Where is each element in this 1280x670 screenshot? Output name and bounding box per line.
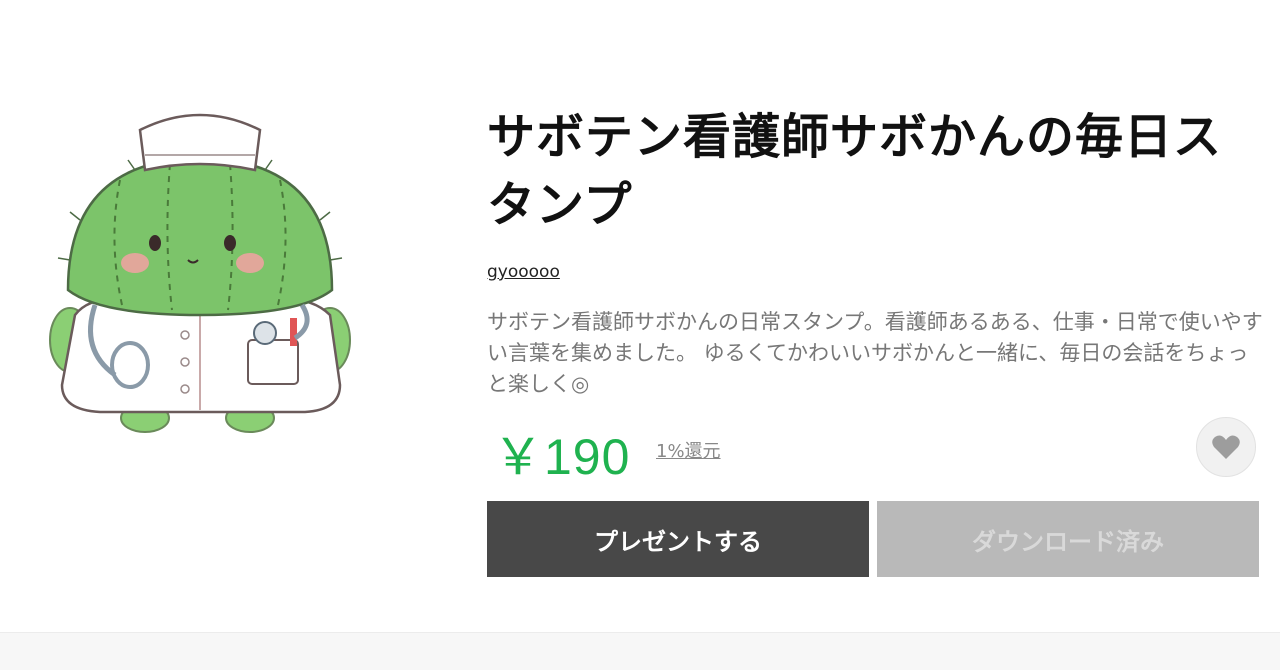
product-description: サボテン看護師サボかんの日常スタンプ。看護師あるある、仕事・日常で使いやすい言葉… bbox=[487, 310, 1263, 396]
heart-icon bbox=[1212, 435, 1240, 459]
download-button[interactable]: ダウンロード済み bbox=[877, 501, 1259, 577]
author-link[interactable]: gyooooo bbox=[487, 262, 560, 282]
sticker-detail-page: サボテン看護師サボかんの毎日スタンプ gyooooo サボテン看護師サボかんの日… bbox=[0, 0, 1280, 670]
reward-link[interactable]: 1%還元 bbox=[656, 437, 721, 463]
cactus-nurse-sticker bbox=[49, 113, 351, 433]
present-button[interactable]: プレゼントする bbox=[487, 501, 869, 577]
price: ￥190 bbox=[493, 429, 631, 485]
footer-divider bbox=[0, 632, 1280, 670]
favorite-button[interactable] bbox=[1196, 417, 1256, 477]
product-title: サボテン看護師サボかんの毎日スタンプ bbox=[487, 109, 1223, 233]
